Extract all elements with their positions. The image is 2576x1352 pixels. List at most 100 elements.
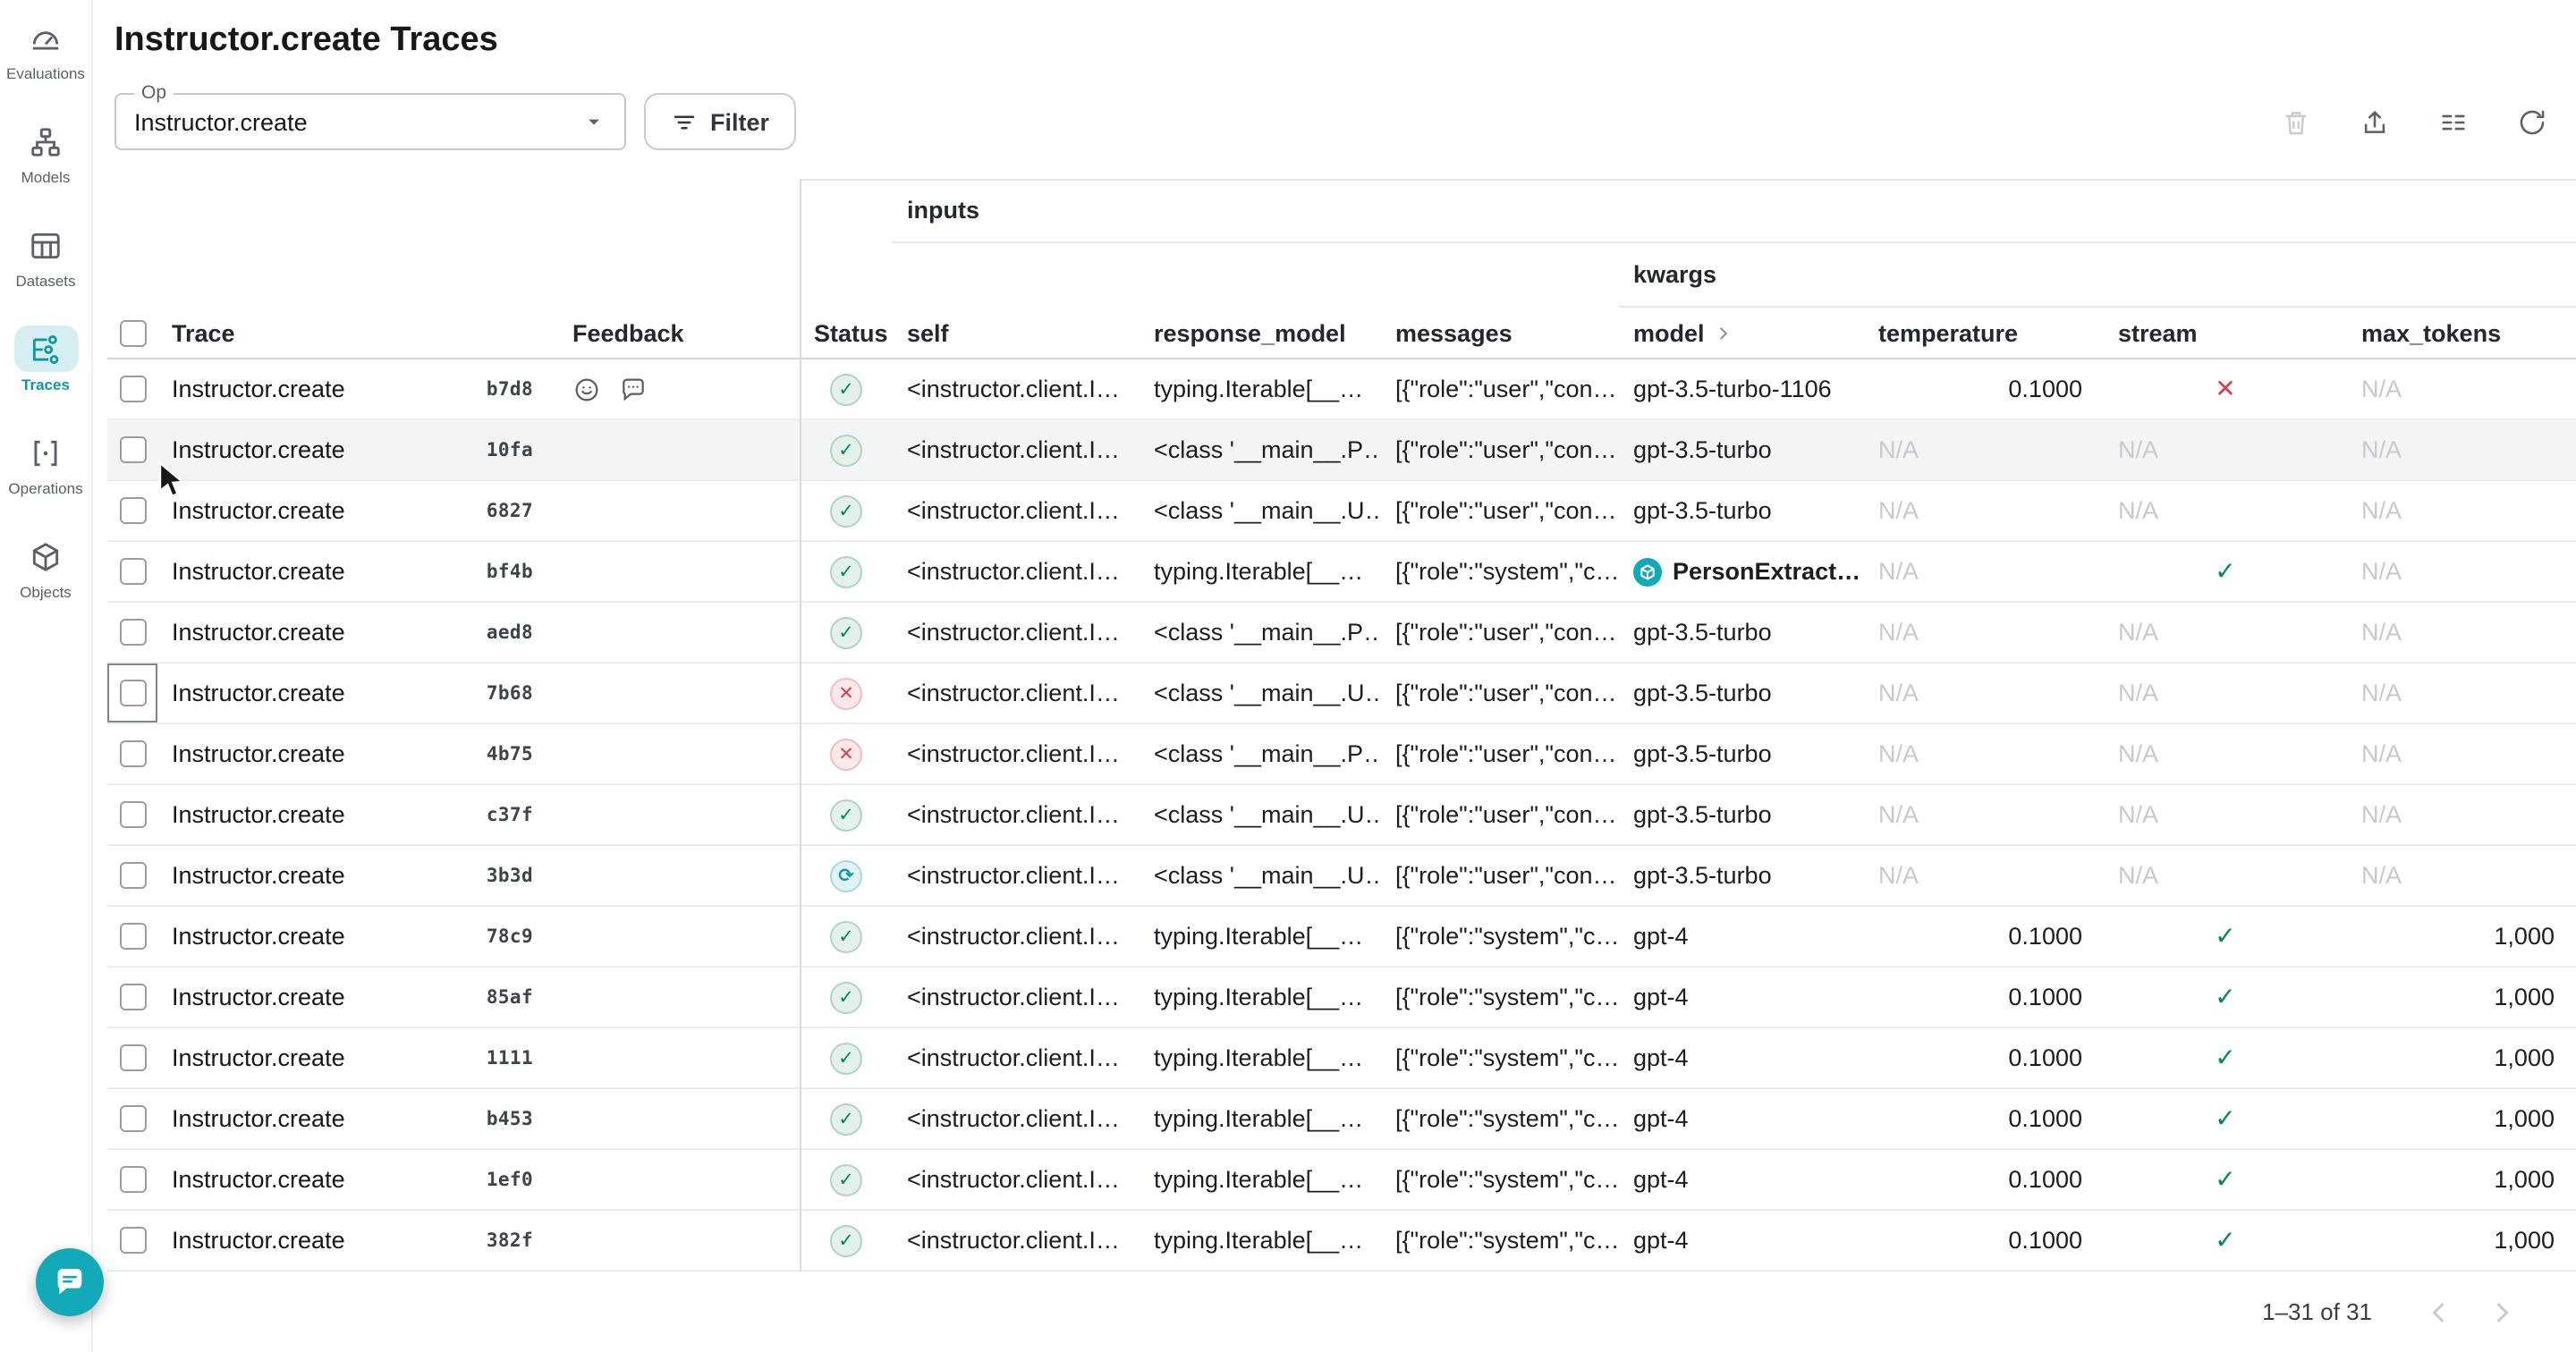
column-header-max-tokens[interactable]: max_tokens — [2347, 308, 2576, 358]
sidebar-item-operations[interactable]: Operations — [0, 429, 92, 497]
table-row[interactable]: Instructor.create bf4b ✓ <instructor.cli… — [107, 542, 2576, 603]
sort-icon[interactable] — [1714, 323, 1733, 342]
trace-name[interactable]: Instructor.create — [172, 558, 345, 585]
column-header-temperature[interactable]: temperature — [1864, 308, 2104, 358]
export-button[interactable] — [2347, 95, 2401, 148]
status-icon: ✕ — [830, 738, 862, 770]
status-icon: ✓ — [830, 920, 862, 952]
sidebar-item-traces[interactable]: Traces — [0, 325, 92, 393]
column-header-self[interactable]: self — [893, 308, 1140, 358]
column-header-stream[interactable]: stream — [2104, 308, 2347, 358]
row-checkbox[interactable] — [119, 923, 146, 950]
column-header-messages[interactable]: messages — [1381, 308, 1619, 358]
refresh-button[interactable] — [2504, 95, 2558, 148]
trace-name[interactable]: Instructor.create — [172, 1105, 345, 1132]
table-row[interactable]: Instructor.create b7d8 ✓ <instructor.cli… — [107, 359, 2576, 420]
cell-messages: [{"role":"user","con… — [1381, 785, 1619, 844]
cell-self: <instructor.client.I… — [893, 420, 1140, 479]
delete-button[interactable] — [2268, 95, 2322, 148]
table-row[interactable]: Instructor.create 85af ✓ <instructor.cli… — [107, 968, 2576, 1028]
column-header-status[interactable]: Status — [800, 308, 893, 358]
trace-name[interactable]: Instructor.create — [172, 680, 345, 706]
column-header-response-model[interactable]: response_model — [1140, 308, 1381, 358]
trace-name[interactable]: Instructor.create — [172, 1227, 345, 1254]
table-row[interactable]: Instructor.create b453 ✓ <instructor.cli… — [107, 1089, 2576, 1150]
cell-model: gpt-4 — [1619, 1150, 1864, 1209]
trace-name[interactable]: Instructor.create — [172, 740, 345, 767]
cell-messages: [{"role":"user","con… — [1381, 481, 1619, 540]
table-row[interactable]: Instructor.create 1111 ✓ <instructor.cli… — [107, 1028, 2576, 1089]
trace-name[interactable]: Instructor.create — [172, 436, 345, 463]
table-row[interactable]: Instructor.create 1ef0 ✓ <instructor.cli… — [107, 1150, 2576, 1211]
row-checkbox[interactable] — [119, 740, 146, 767]
table-row[interactable]: Instructor.create 382f ✓ <instructor.cli… — [107, 1211, 2576, 1272]
sidebar-item-label: Models — [21, 168, 71, 186]
row-checkbox[interactable] — [119, 436, 146, 463]
sidebar-item-evaluations[interactable]: Evaluations — [0, 14, 92, 82]
table-row[interactable]: Instructor.create 4b75 ✕ <instructor.cli… — [107, 724, 2576, 785]
row-checkbox[interactable] — [119, 680, 146, 706]
table-row[interactable]: Instructor.create 6827 ✓ <instructor.cli… — [107, 481, 2576, 542]
table-row[interactable]: Instructor.create 78c9 ✓ <instructor.cli… — [107, 907, 2576, 968]
prev-page-button[interactable] — [2415, 1289, 2462, 1335]
trace-name[interactable]: Instructor.create — [172, 984, 345, 1010]
table-row[interactable]: Instructor.create 7b68 ✕ <instructor.cli… — [107, 663, 2576, 724]
row-checkbox[interactable] — [119, 619, 146, 646]
cell-stream: ✓ — [2104, 1089, 2347, 1148]
trace-name[interactable]: Instructor.create — [172, 1044, 345, 1071]
trace-name[interactable]: Instructor.create — [172, 801, 345, 828]
manage-columns-button[interactable] — [2426, 95, 2479, 148]
row-checkbox[interactable] — [119, 1227, 146, 1254]
trace-name[interactable]: Instructor.create — [172, 862, 345, 889]
select-all-checkbox[interactable] — [119, 319, 146, 346]
row-checkbox[interactable] — [119, 1105, 146, 1132]
cell-messages: [{"role":"user","con… — [1381, 420, 1619, 479]
sidebar-item-label: Evaluations — [6, 64, 85, 82]
row-checkbox[interactable] — [119, 558, 146, 585]
trace-id: 1ef0 — [487, 1169, 533, 1190]
emoji-feedback-icon[interactable] — [572, 375, 601, 403]
chat-bubble-button[interactable] — [36, 1248, 104, 1316]
comment-feedback-icon[interactable] — [619, 375, 648, 403]
row-checkbox[interactable] — [119, 984, 146, 1010]
sidebar-item-objects[interactable]: Objects — [0, 533, 92, 601]
cell-model: gpt-3.5-turbo — [1619, 603, 1864, 662]
cell-stream: N/A — [2104, 785, 2347, 844]
frozen-column-divider — [800, 179, 801, 1272]
row-checkbox[interactable] — [119, 1044, 146, 1071]
row-checkbox[interactable] — [119, 801, 146, 828]
next-page-button[interactable] — [2479, 1289, 2526, 1335]
trace-name[interactable]: Instructor.create — [172, 1166, 345, 1193]
main-content: Instructor.create Traces Op Instructor.c… — [93, 0, 2576, 1352]
cell-self: <instructor.client.I… — [893, 359, 1140, 418]
trace-name[interactable]: Instructor.create — [172, 923, 345, 950]
table-row[interactable]: Instructor.create 3b3d ⟳ <instructor.cli… — [107, 846, 2576, 907]
filter-icon — [671, 108, 698, 135]
model-value: gpt-4 — [1633, 1044, 1689, 1071]
row-checkbox[interactable] — [119, 862, 146, 889]
table-row[interactable]: Instructor.create 10fa ✓ <instructor.cli… — [107, 420, 2576, 481]
table-row[interactable]: Instructor.create c37f ✓ <instructor.cli… — [107, 785, 2576, 846]
row-checkbox[interactable] — [119, 497, 146, 524]
object-ref-icon[interactable] — [1633, 557, 1662, 586]
cell-stream: ✕ — [2104, 359, 2347, 418]
cell-feedback — [558, 907, 800, 966]
evaluations-icon — [13, 14, 78, 61]
row-checkbox[interactable] — [119, 376, 146, 402]
column-header-feedback[interactable]: Feedback — [558, 308, 800, 358]
cell-response-model: <class '__main__.U… — [1140, 785, 1381, 844]
table-row[interactable]: Instructor.create aed8 ✓ <instructor.cli… — [107, 603, 2576, 663]
row-checkbox[interactable] — [119, 1166, 146, 1193]
cell-feedback — [558, 846, 800, 905]
trace-name[interactable]: Instructor.create — [172, 376, 345, 402]
column-header-trace[interactable]: Trace — [157, 308, 558, 358]
op-select[interactable]: Op Instructor.create — [114, 93, 626, 150]
column-header-model[interactable]: model — [1619, 308, 1864, 358]
sidebar-item-datasets[interactable]: Datasets — [0, 222, 92, 290]
trace-id: aed8 — [487, 621, 533, 643]
trace-name[interactable]: Instructor.create — [172, 619, 345, 646]
cell-response-model: <class '__main__.U… — [1140, 481, 1381, 540]
trace-name[interactable]: Instructor.create — [172, 497, 345, 524]
filter-button[interactable]: Filter — [644, 93, 796, 150]
sidebar-item-models[interactable]: Models — [0, 118, 92, 186]
